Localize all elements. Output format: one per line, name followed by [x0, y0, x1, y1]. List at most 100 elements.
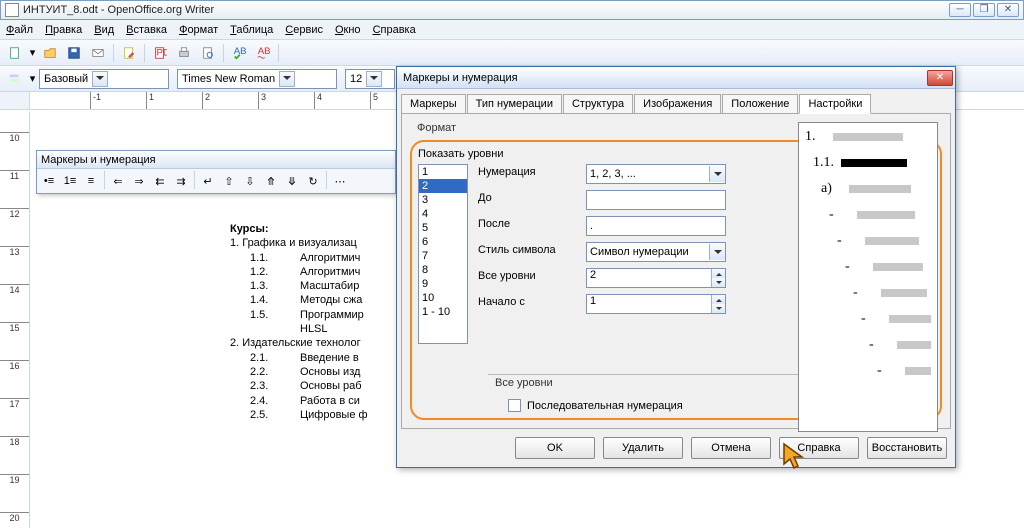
level-item[interactable]: 1 - 10 — [419, 305, 467, 319]
menu-Файл[interactable]: Файл — [6, 24, 33, 36]
spin-up-icon[interactable] — [712, 269, 725, 278]
dialog-titlebar[interactable]: Маркеры и нумерация ✕ — [397, 67, 955, 89]
tab-3[interactable]: Изображения — [634, 94, 721, 114]
delete-button[interactable]: Удалить — [603, 437, 683, 459]
menu-Формат[interactable]: Формат — [179, 24, 218, 36]
export-pdf-button[interactable]: PDF — [149, 42, 171, 64]
numbering-combo[interactable]: 1, 2, 3, ... — [586, 164, 726, 184]
format-label: Формат — [414, 122, 459, 134]
svg-text:ABC: ABC — [258, 46, 270, 57]
level-item[interactable]: 4 — [419, 207, 467, 221]
seq-numbering-label: Последовательная нумерация — [527, 400, 683, 412]
numbering-on-button[interactable]: 1≡ — [60, 171, 80, 191]
save-button[interactable] — [63, 42, 85, 64]
font-size-combo[interactable]: 12 — [345, 69, 395, 89]
menu-Вставка[interactable]: Вставка — [126, 24, 167, 36]
move-down-button[interactable]: ⇩ — [240, 171, 260, 191]
chevron-down-icon[interactable] — [366, 71, 382, 87]
page-content: Курсы:1. Графика и визуализац1.1.Алгорит… — [230, 222, 368, 422]
tab-1[interactable]: Тип нумерации — [467, 94, 562, 114]
help-button[interactable]: Справка — [779, 437, 859, 459]
chevron-down-icon[interactable] — [709, 166, 725, 182]
promote-level-button[interactable]: ⇐ — [108, 171, 128, 191]
styles-button[interactable] — [4, 68, 26, 90]
level-item[interactable]: 10 — [419, 291, 467, 305]
bullets-numbering-toolbar[interactable]: Маркеры и нумерация •≡ 1≡ ≡ ⇐ ⇒ ⇇ ⇉ ↵ ⇧ … — [36, 150, 396, 194]
float-toolbar-title[interactable]: Маркеры и нумерация — [37, 151, 395, 169]
all-levels-group-label: Все уровни — [492, 377, 556, 389]
chevron-down-icon[interactable] — [279, 71, 295, 87]
level-item[interactable]: 9 — [419, 277, 467, 291]
level-list[interactable]: 123456789101 - 10 — [418, 164, 468, 344]
move-up-sub-button[interactable]: ⤊ — [261, 171, 281, 191]
tab-5[interactable]: Настройки — [799, 94, 871, 114]
charstyle-combo[interactable]: Символ нумерации — [586, 242, 726, 262]
reset-button[interactable]: Восстановить — [867, 437, 947, 459]
seq-numbering-checkbox[interactable] — [508, 399, 521, 412]
edit-button[interactable] — [118, 42, 140, 64]
level-item[interactable]: 5 — [419, 221, 467, 235]
cancel-button[interactable]: Отмена — [691, 437, 771, 459]
level-item[interactable]: 1 — [419, 165, 467, 179]
doc-line: 2.2.Основы изд — [250, 365, 368, 379]
menu-Правка[interactable]: Правка — [45, 24, 82, 36]
preview-line: - — [805, 337, 931, 353]
spin-down-icon[interactable] — [712, 304, 725, 313]
tab-4[interactable]: Положение — [722, 94, 798, 114]
menu-Таблица[interactable]: Таблица — [230, 24, 273, 36]
spellcheck-button[interactable]: ABC — [228, 42, 250, 64]
open-button[interactable] — [39, 42, 61, 64]
email-button[interactable] — [87, 42, 109, 64]
new-doc-button[interactable] — [4, 42, 26, 64]
restore-button[interactable]: ❐ — [973, 3, 995, 17]
font-name-combo[interactable]: Times New Roman — [177, 69, 337, 89]
move-up-button[interactable]: ⇧ — [219, 171, 239, 191]
bullets-dialog-button[interactable]: ⋯ — [330, 171, 350, 191]
level-item[interactable]: 3 — [419, 193, 467, 207]
doc-line: 2. Издательские технолог — [230, 336, 368, 350]
new-doc-dropdown[interactable]: ▾ — [28, 46, 37, 59]
tab-2[interactable]: Структура — [563, 94, 633, 114]
spin-down-icon[interactable] — [712, 278, 725, 287]
autospell-button[interactable]: ABC — [252, 42, 274, 64]
close-button[interactable]: ✕ — [997, 3, 1019, 17]
spin-up-icon[interactable] — [712, 295, 725, 304]
numbering-off-button[interactable]: ≡ — [81, 171, 101, 191]
charstyle-label: Стиль символа — [478, 242, 578, 262]
restart-numbering-button[interactable]: ↻ — [303, 171, 323, 191]
menu-Сервис[interactable]: Сервис — [285, 24, 323, 36]
chevron-down-icon[interactable] — [92, 71, 108, 87]
level-item[interactable]: 8 — [419, 263, 467, 277]
doc-line: 1.1.Алгоритмич — [250, 251, 368, 265]
menubar: Файл Правка Вид Вставка Формат Таблица Сервис О… — [0, 20, 1024, 40]
before-input[interactable] — [586, 190, 726, 210]
paragraph-style-combo[interactable]: Базовый — [39, 69, 169, 89]
print-preview-button[interactable] — [197, 42, 219, 64]
ok-button[interactable]: OK — [515, 437, 595, 459]
demote-sub-button[interactable]: ⇉ — [171, 171, 191, 191]
start-spin[interactable]: 1 — [586, 294, 726, 314]
styles-dropdown[interactable]: ▾ — [28, 72, 37, 85]
demote-level-button[interactable]: ⇒ — [129, 171, 149, 191]
alllevels-spin[interactable]: 2 — [586, 268, 726, 288]
dialog-close-button[interactable]: ✕ — [927, 70, 953, 86]
preview-line: - — [805, 207, 931, 223]
level-item[interactable]: 7 — [419, 249, 467, 263]
doc-line: 1.5.Программир — [250, 308, 368, 322]
doc-line: 1.2.Алгоритмич — [250, 265, 368, 279]
level-item[interactable]: 6 — [419, 235, 467, 249]
menu-Справка[interactable]: Справка — [373, 24, 416, 36]
chevron-down-icon[interactable] — [709, 244, 725, 260]
tab-0[interactable]: Маркеры — [401, 94, 466, 114]
minimize-button[interactable]: ─ — [949, 3, 971, 17]
menu-Окно[interactable]: Окно — [335, 24, 361, 36]
promote-sub-button[interactable]: ⇇ — [150, 171, 170, 191]
print-button[interactable] — [173, 42, 195, 64]
move-down-sub-button[interactable]: ⤋ — [282, 171, 302, 191]
bullets-on-button[interactable]: •≡ — [39, 171, 59, 191]
menu-Вид[interactable]: Вид — [94, 24, 114, 36]
level-item[interactable]: 2 — [419, 179, 467, 193]
after-input[interactable] — [586, 216, 726, 236]
vertical-ruler[interactable]: 1011121314151617181920 — [0, 112, 30, 528]
insert-unnumbered-button[interactable]: ↵ — [198, 171, 218, 191]
